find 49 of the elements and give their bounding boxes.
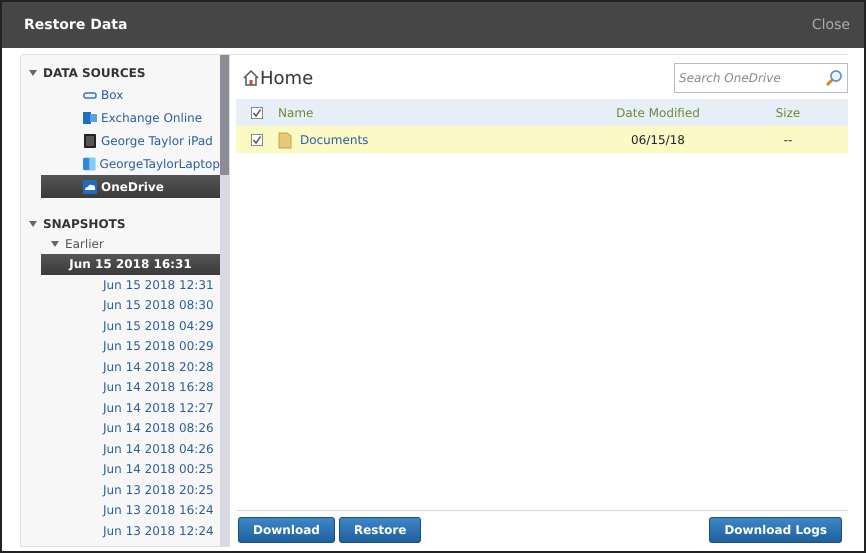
tablet-icon	[83, 134, 97, 148]
data-source-item[interactable]: GeorgeTaylorLaptop	[41, 152, 220, 175]
snapshot-item[interactable]: Jun 14 2018 00:25	[41, 459, 220, 480]
close-link[interactable]: Close	[812, 14, 850, 36]
data-source-item[interactable]: OneDrive	[41, 175, 220, 198]
checkbox[interactable]	[251, 134, 263, 146]
file-name-link[interactable]: Documents	[300, 130, 368, 148]
data-source-item[interactable]: Box	[41, 83, 220, 106]
folder-icon	[278, 130, 292, 148]
action-button[interactable]: Download	[238, 517, 335, 543]
search-field[interactable]: Search OneDrive	[674, 63, 848, 93]
snapshot-item[interactable]: Jun 15 2018 04:29	[41, 316, 220, 336]
snapshot-item[interactable]: Jun 15 2018 00:29	[41, 336, 220, 356]
action-button[interactable]: Restore	[338, 517, 422, 543]
snapshot-item[interactable]: Jun 13 2018 20:25	[41, 480, 220, 500]
snapshot-item[interactable]: Jun 13 2018 16:24	[41, 500, 220, 520]
snapshot-item[interactable]: Jun 15 2018 12:31	[41, 274, 220, 295]
cloud-icon	[83, 180, 97, 194]
column-header[interactable]: Date Modified	[616, 106, 700, 120]
window-title: Restore Data	[24, 16, 128, 34]
expand-triangle-icon[interactable]	[29, 69, 37, 77]
snapshot-item[interactable]: Jun 14 2018 04:26	[41, 438, 220, 459]
checkbox[interactable]	[251, 106, 263, 118]
snapshot-item[interactable]: Jun 14 2018 08:26	[41, 418, 220, 438]
column-header[interactable]: Name	[278, 104, 314, 122]
expand-triangle-icon[interactable]	[51, 240, 59, 248]
snapshot-item[interactable]: Jun 13 2018 12:24	[41, 520, 220, 541]
exchange-icon	[83, 110, 97, 124]
expand-triangle-icon[interactable]	[29, 220, 37, 228]
scroll-bar[interactable]	[220, 55, 229, 546]
house-icon	[242, 69, 260, 87]
snapshot-item[interactable]: Jun 14 2018 16:28	[41, 377, 220, 398]
section-heading: SNAPSHOTS	[43, 216, 126, 233]
search-icon[interactable]	[825, 69, 843, 87]
download-logs-button[interactable]: Download Logs	[709, 517, 842, 543]
snapshot-item[interactable]: Jun 14 2018 20:28	[41, 356, 220, 377]
group-label: Earlier	[65, 236, 104, 253]
table-cell: 06/15/18	[631, 132, 685, 146]
column-header[interactable]: Size	[776, 106, 800, 120]
data-source-item[interactable]: Exchange Online	[41, 106, 220, 129]
snapshot-item[interactable]: Jun 15 2018 08:30	[41, 295, 220, 316]
snapshot-item[interactable]: Jun 14 2018 12:27	[41, 398, 220, 418]
data-source-item[interactable]: George Taylor iPad	[41, 129, 220, 152]
finder-face-icon	[83, 156, 96, 170]
table-cell: --	[784, 132, 792, 146]
table-row[interactable]: Documents 06/15/18 --	[236, 126, 848, 153]
breadcrumb[interactable]: Home	[260, 64, 314, 92]
section-heading: DATA SOURCES	[43, 65, 146, 82]
snapshot-item[interactable]: Jun 15 2018 16:31	[41, 254, 220, 274]
